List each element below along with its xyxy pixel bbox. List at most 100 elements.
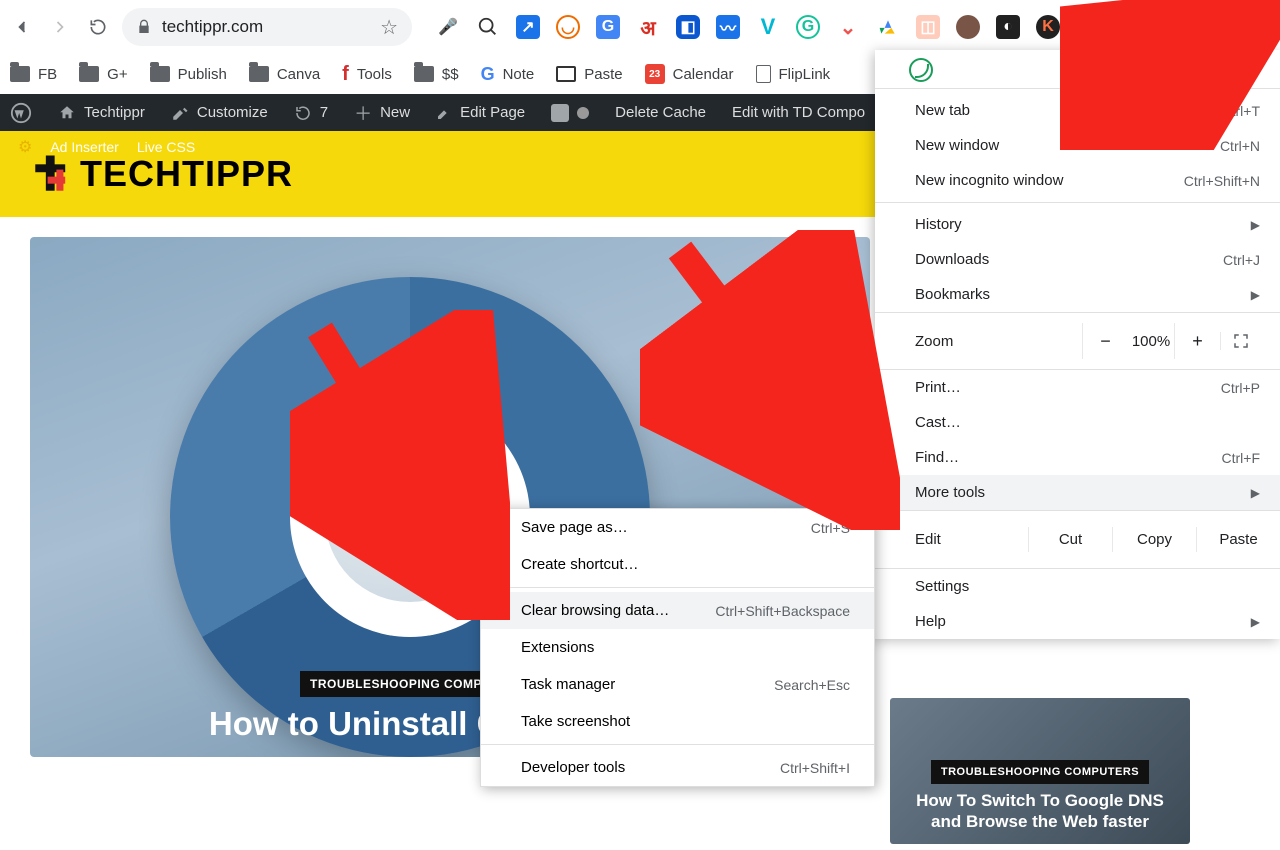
- extension-icon[interactable]: ◐: [996, 15, 1020, 39]
- wp-new[interactable]: ＋New: [354, 100, 410, 126]
- extension-icon[interactable]: [956, 15, 980, 39]
- wp-delete-cache[interactable]: Delete Cache: [615, 104, 706, 121]
- menu-shortcut: Ctrl+Shift+N: [1184, 173, 1260, 189]
- forward-button[interactable]: [46, 13, 74, 41]
- extension-icon[interactable]: ↗: [516, 15, 540, 39]
- google-translate-icon[interactable]: G: [596, 15, 620, 39]
- bookmark-label: FB: [38, 66, 57, 83]
- menu-item-history[interactable]: History▶: [875, 207, 1280, 242]
- extension-icon[interactable]: 〰: [716, 15, 740, 39]
- submenu-developer-tools[interactable]: Developer toolsCtrl+Shift+I: [481, 749, 874, 786]
- zoom-in-button[interactable]: +: [1174, 323, 1220, 359]
- search-icon[interactable]: [476, 15, 500, 39]
- extension-indicator-icon[interactable]: [909, 58, 933, 82]
- folder-icon: [10, 66, 30, 82]
- wp-label: Edit with TD Compo: [732, 104, 865, 121]
- wp-updates[interactable]: 7: [294, 104, 328, 122]
- menu-label: Cast…: [915, 414, 961, 431]
- wp-td-composer[interactable]: Edit with TD Compo: [732, 104, 865, 121]
- address-bar[interactable]: techtippr.com ☆: [122, 8, 412, 46]
- bookmark-item[interactable]: G+: [79, 66, 127, 83]
- fullscreen-icon[interactable]: [1220, 332, 1260, 350]
- wp-customize[interactable]: Customize: [171, 104, 268, 122]
- chevron-right-icon: ▶: [1251, 218, 1260, 232]
- menu-label: New incognito window: [915, 172, 1063, 189]
- folder-icon: [79, 66, 99, 82]
- menu-label: Clear browsing data…: [521, 602, 669, 619]
- adinserter-link[interactable]: Ad Inserter: [50, 139, 118, 155]
- livecss-link[interactable]: Live CSS: [137, 139, 195, 155]
- menu-shortcut: Ctrl+J: [1223, 252, 1260, 268]
- wp-site-name: Techtippr: [84, 104, 145, 121]
- copy-button[interactable]: Copy: [1112, 527, 1196, 552]
- extension-icon[interactable]: ◫: [916, 15, 940, 39]
- bookmark-item[interactable]: $$: [414, 66, 459, 83]
- bookmark-item[interactable]: Publish: [150, 66, 227, 83]
- menu-item-settings[interactable]: Settings: [875, 569, 1280, 604]
- zoom-label: Zoom: [915, 333, 1082, 350]
- menu-label: Create shortcut…: [521, 556, 639, 573]
- menu-item-bookmarks[interactable]: Bookmarks▶: [875, 277, 1280, 312]
- wp-edit-page[interactable]: Edit Page: [436, 104, 525, 121]
- zoom-out-button[interactable]: −: [1082, 323, 1128, 359]
- devanagari-icon[interactable]: अ: [636, 15, 660, 39]
- bookmark-item[interactable]: FlipLink: [756, 65, 831, 83]
- menu-shortcut: Ctrl+Shift+I: [780, 760, 850, 776]
- screen-icon: [556, 66, 576, 82]
- annotation-arrow-top: [1060, 0, 1280, 150]
- menu-label: Extensions: [521, 639, 594, 656]
- grammarly-icon[interactable]: G: [796, 15, 820, 39]
- side-article[interactable]: TROUBLESHOOPING COMPUTERS How To Switch …: [890, 698, 1190, 844]
- page-icon: [756, 65, 771, 83]
- wp-yoast[interactable]: [551, 104, 589, 122]
- bookmark-item[interactable]: GNote: [481, 64, 535, 85]
- mic-icon[interactable]: 🎤: [436, 15, 460, 39]
- submenu-task-manager[interactable]: Task managerSearch+Esc: [481, 666, 874, 703]
- pocket-icon[interactable]: ◡: [556, 15, 580, 39]
- bookmark-item[interactable]: FB: [10, 66, 57, 83]
- google-drive-icon[interactable]: [876, 15, 900, 39]
- chevron-right-icon: ▶: [1251, 486, 1260, 500]
- menu-item-print[interactable]: Print…Ctrl+P: [875, 370, 1280, 405]
- extension-icon[interactable]: V: [756, 15, 780, 39]
- menu-item-incognito[interactable]: New incognito window Ctrl+Shift+N: [875, 163, 1280, 198]
- submenu-take-screenshot[interactable]: Take screenshot: [481, 703, 874, 740]
- menu-item-more-tools[interactable]: More tools ▶: [875, 475, 1280, 510]
- folder-icon: [414, 66, 434, 82]
- annotation-arrow-bottom: [290, 310, 510, 620]
- cut-button[interactable]: Cut: [1028, 527, 1112, 552]
- url-text: techtippr.com: [162, 17, 263, 37]
- paste-button[interactable]: Paste: [1196, 527, 1280, 552]
- menu-item-find[interactable]: Find…Ctrl+F: [875, 440, 1280, 475]
- submenu-create-shortcut[interactable]: Create shortcut…: [481, 546, 874, 583]
- bookmark-item[interactable]: Canva: [249, 66, 320, 83]
- wp-count: 7: [320, 104, 328, 121]
- bookmark-item[interactable]: Paste: [556, 66, 622, 83]
- bookmark-item[interactable]: 23Calendar: [645, 64, 734, 84]
- site-icon: f: [342, 63, 349, 86]
- extension-icon[interactable]: K: [1036, 15, 1060, 39]
- bookmark-star-icon[interactable]: ☆: [380, 15, 398, 40]
- reload-button[interactable]: [84, 13, 112, 41]
- bookmark-label: Calendar: [673, 66, 734, 83]
- pocket-icon[interactable]: ⌄: [836, 15, 860, 39]
- extension-icon[interactable]: ◧: [676, 15, 700, 39]
- wp-site-link[interactable]: Techtippr: [58, 104, 145, 122]
- chevron-right-icon: ▶: [1251, 288, 1260, 302]
- menu-label: Save page as…: [521, 519, 628, 536]
- bookmark-label: Paste: [584, 66, 622, 83]
- submenu-extensions[interactable]: Extensions: [481, 629, 874, 666]
- back-button[interactable]: [8, 13, 36, 41]
- menu-item-cast[interactable]: Cast…: [875, 405, 1280, 440]
- chevron-right-icon: ▶: [1251, 615, 1260, 629]
- menu-label: More tools: [915, 484, 985, 501]
- bookmark-item[interactable]: f Tools: [342, 63, 392, 86]
- edit-label: Edit: [915, 531, 1028, 548]
- bookmark-label: Tools: [357, 66, 392, 83]
- zoom-value: 100%: [1128, 323, 1174, 359]
- wp-logo[interactable]: [10, 102, 32, 124]
- submenu-clear-browsing-data[interactable]: Clear browsing data…Ctrl+Shift+Backspace: [481, 592, 874, 629]
- gear-icon[interactable]: ⚙: [18, 137, 32, 157]
- menu-item-downloads[interactable]: DownloadsCtrl+J: [875, 242, 1280, 277]
- menu-item-help[interactable]: Help▶: [875, 604, 1280, 639]
